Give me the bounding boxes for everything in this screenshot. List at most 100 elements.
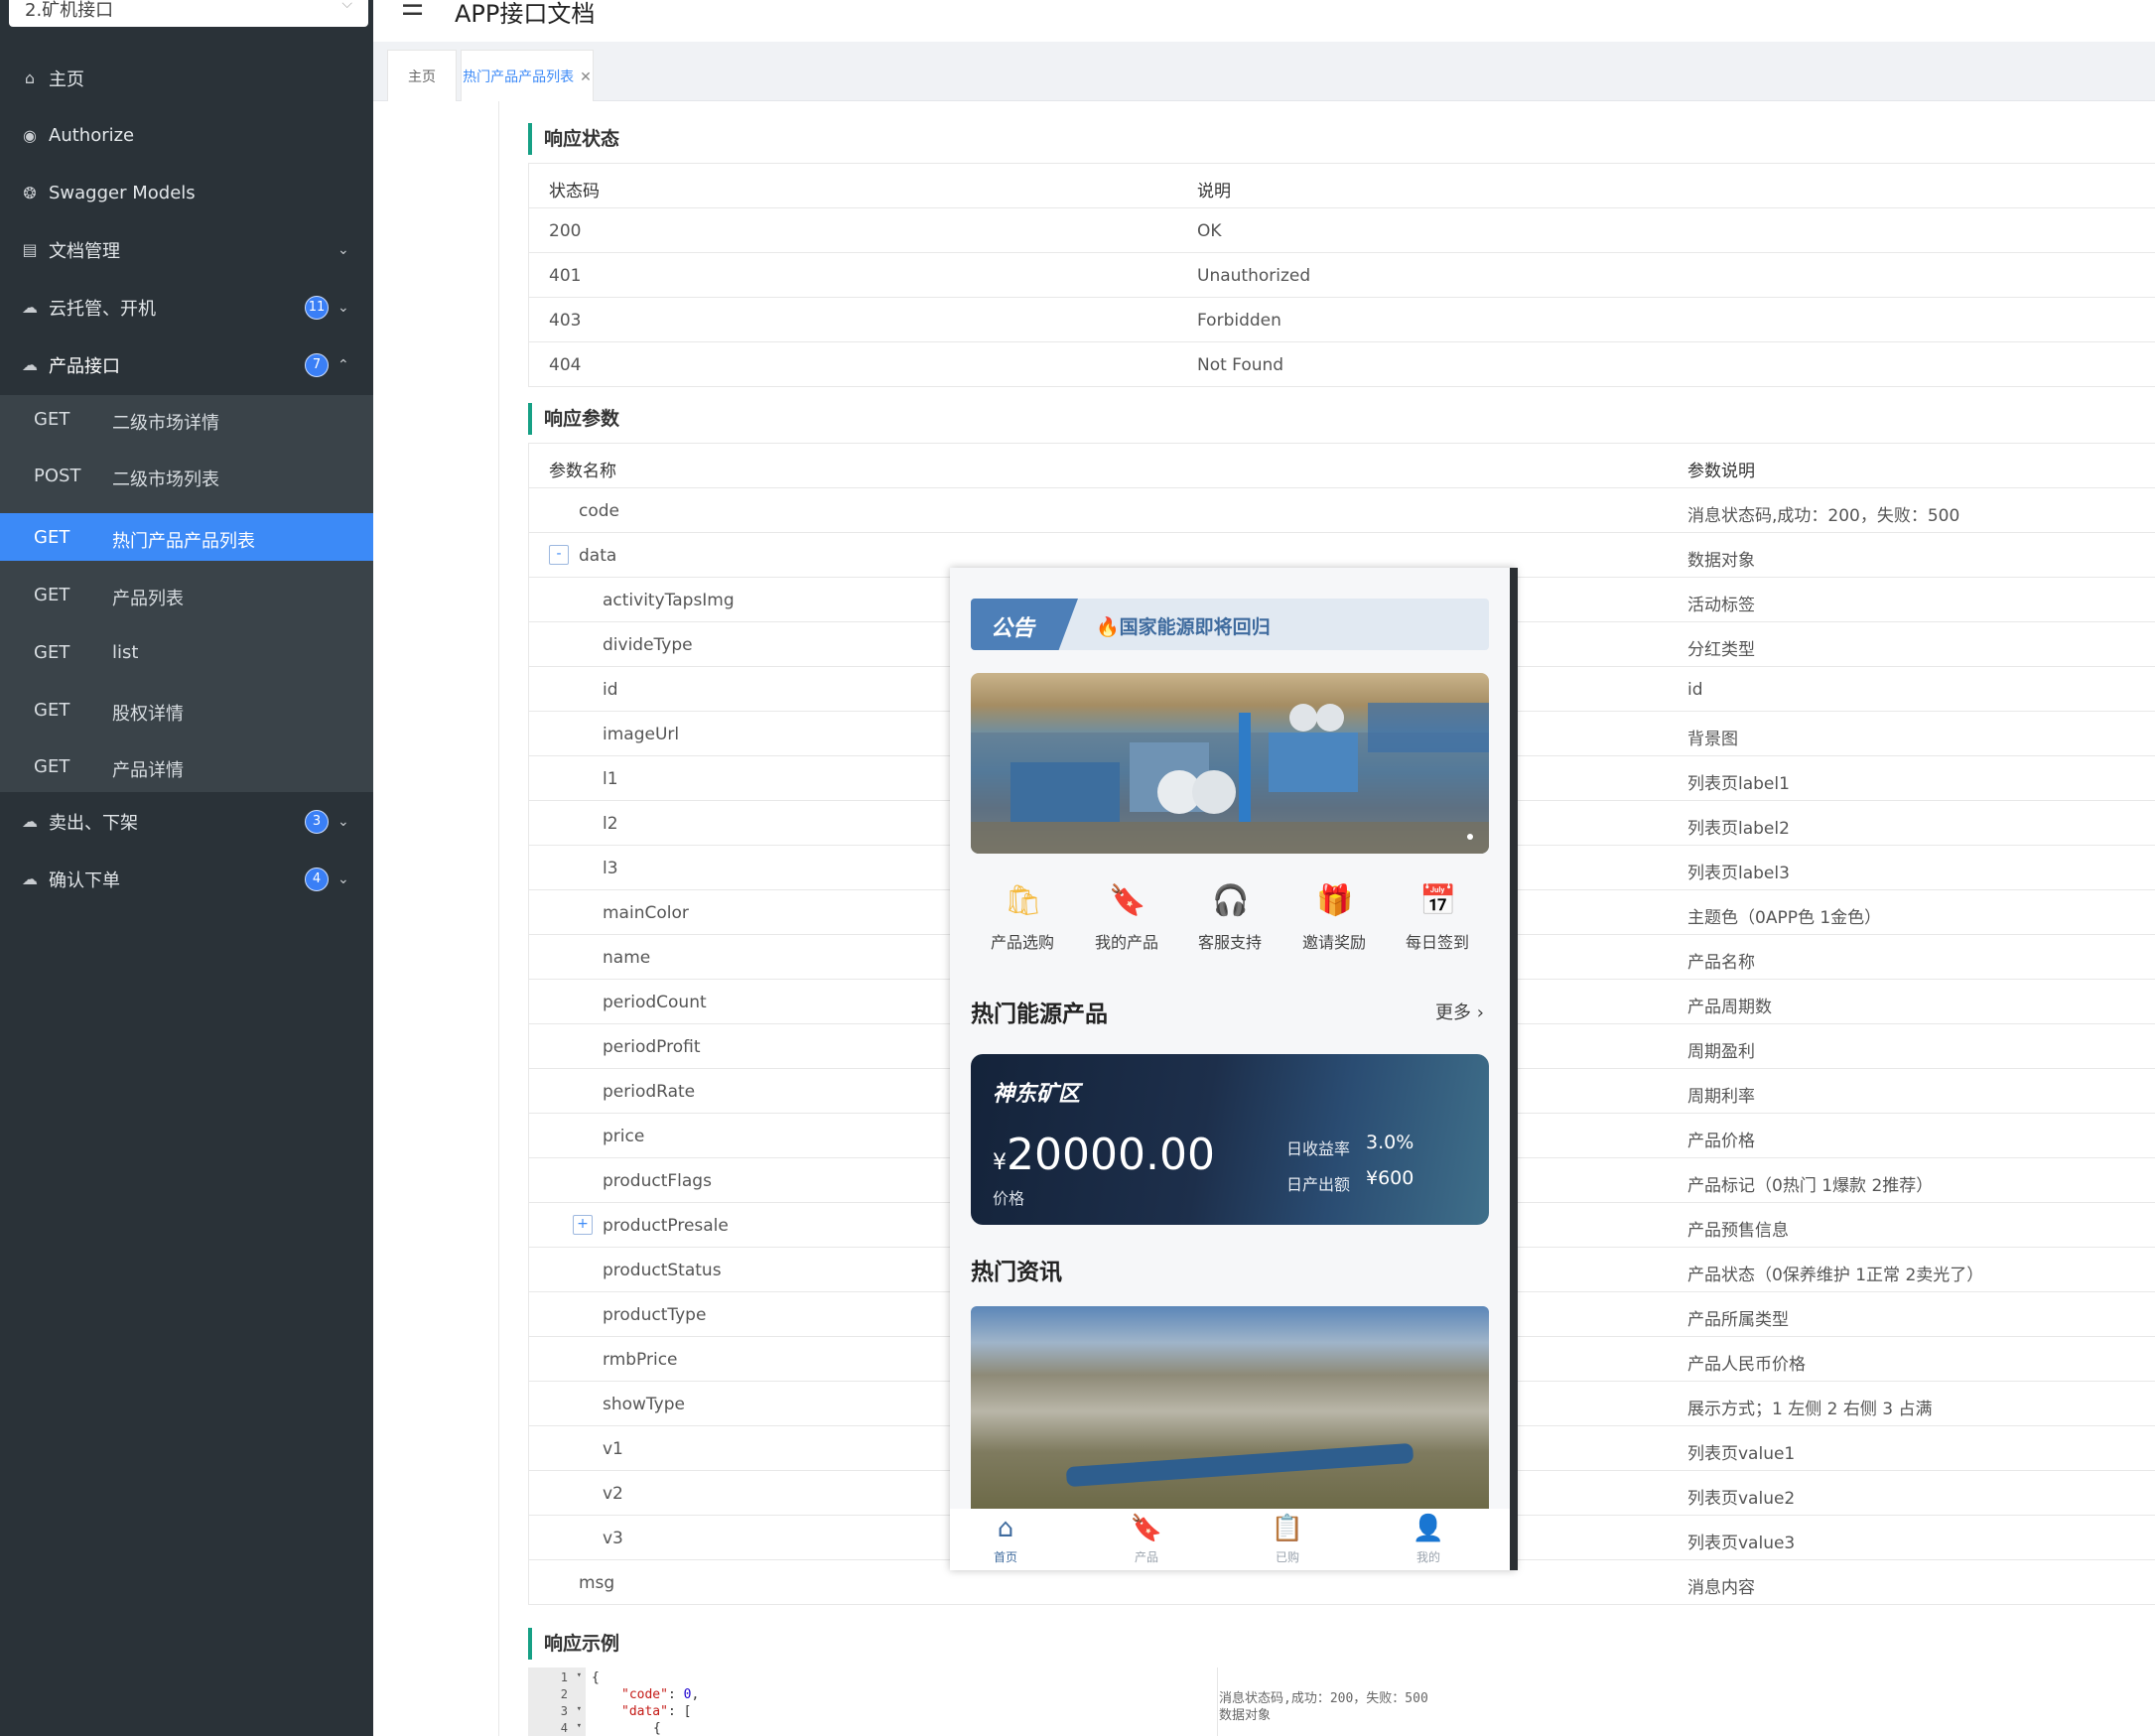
chevron-down-icon: ⌄: [337, 241, 349, 258]
endpoint-name: list: [112, 642, 139, 663]
fold-icon[interactable]: ▾: [577, 1704, 582, 1714]
product-name: 神东矿区: [993, 1082, 1081, 1107]
models-icon: ❂: [23, 184, 37, 202]
more-link[interactable]: 更多 ›: [1435, 999, 1484, 1024]
phone-tab-purchased[interactable]: 📋 已购: [1258, 1513, 1317, 1565]
expand-toggle[interactable]: +: [573, 1215, 593, 1235]
param-description: 消息状态码,成功：200，失败：500: [1687, 506, 1960, 526]
purchased-icon: 📋: [1271, 1514, 1304, 1543]
sidebar-item-cloud-hosting[interactable]: ☁ 云托管、开机 11 ⌄: [0, 279, 373, 335]
api-group-select[interactable]: 2.矿机接口 ⌵: [9, 0, 368, 27]
quick-action-support[interactable]: 🎧 客服支持: [1178, 883, 1281, 953]
status-code: 200: [549, 221, 582, 241]
sidebar-subitem[interactable]: POST 二级市场列表: [0, 452, 373, 499]
endpoint-name: 热门产品产品列表: [112, 531, 255, 552]
sidebar-item-swagger-models[interactable]: ❂ Swagger Models: [0, 165, 373, 221]
param-description: 数据对象: [1687, 551, 1755, 571]
json-key: "code": [621, 1687, 668, 1702]
code-comment: 数据对象: [1219, 1708, 1272, 1723]
line-number: 1: [560, 1670, 568, 1684]
close-icon[interactable]: ✕: [580, 69, 592, 85]
http-method: GET: [34, 700, 70, 721]
currency-symbol: ¥: [993, 1150, 1007, 1175]
news-image[interactable]: [971, 1306, 1489, 1509]
product-icon: 🔖: [1130, 1514, 1163, 1543]
status-code: 401: [549, 266, 582, 286]
param-description: 主题色（0APP色 1金色）: [1687, 908, 1882, 928]
param-name: rmbPrice: [603, 1350, 678, 1370]
param-description: 产品标记（0热门 1爆款 2推荐）: [1687, 1176, 1934, 1196]
document-icon: ▤: [22, 240, 38, 259]
table-row: 404 Not Found: [529, 342, 2155, 387]
param-name: v1: [603, 1439, 623, 1459]
param-description: 周期盈利: [1687, 1042, 1755, 1062]
sidebar-subitem[interactable]: GET 二级市场详情: [0, 395, 373, 443]
param-description: 产品价格: [1687, 1132, 1755, 1151]
phone-tab-profile[interactable]: 👤 我的: [1399, 1513, 1458, 1565]
content-divider: [498, 101, 499, 1736]
sidebar-item-confirm-order[interactable]: ☁ 确认下单 4 ⌄: [0, 851, 373, 907]
chevron-down-icon: ⌄: [337, 299, 349, 316]
count-badge: 4: [305, 867, 329, 891]
sidebar-subitem[interactable]: GET 产品详情: [0, 742, 373, 790]
quick-action-checkin[interactable]: 📅 每日签到: [1386, 883, 1489, 953]
product-card[interactable]: 神东矿区 ¥20000.00 价格 日收益率 3.0% 日产出额 ¥600: [971, 1054, 1489, 1225]
param-name: mainColor: [603, 903, 689, 923]
product-api-submenu: GET 二级市场详情 POST 二级市场列表 GET 热门产品产品列表 GET …: [0, 395, 373, 792]
menu-collapse-icon[interactable]: ☰: [401, 0, 424, 22]
sidebar-item-home[interactable]: ⌂ 主页: [0, 50, 373, 106]
sidebar-item-authorize[interactable]: ◉ Authorize: [0, 107, 373, 164]
sidebar-item-product-api[interactable]: ☁ 产品接口 7 ⌃: [0, 336, 373, 393]
param-description: 列表页label2: [1687, 819, 1790, 839]
tab-bar: 主页 热门产品产品列表 ✕: [373, 42, 2155, 101]
table-row: 403 Forbidden: [529, 298, 2155, 342]
gift-icon: 🎁: [1316, 883, 1354, 918]
param-description: 周期利率: [1687, 1087, 1755, 1107]
json-punct: : [: [667, 1704, 692, 1719]
sidebar-item-doc-management[interactable]: ▤ 文档管理 ⌄: [0, 221, 373, 278]
sidebar-item-label: 确认下单: [49, 869, 120, 891]
fold-icon[interactable]: ▾: [577, 1721, 582, 1731]
param-name: l2: [603, 814, 618, 834]
quick-action-shop[interactable]: 🛍 产品选购: [971, 883, 1074, 953]
sidebar-item-label: 卖出、下架: [49, 812, 138, 834]
tab-home[interactable]: 主页: [387, 50, 457, 101]
sidebar-subitem[interactable]: GET 产品列表: [0, 571, 373, 618]
sidebar-subitem[interactable]: GET 股权详情: [0, 686, 373, 734]
sidebar-item-label: Authorize: [49, 125, 135, 146]
cloud-icon: ☁: [22, 298, 38, 317]
param-name: msg: [579, 1573, 615, 1593]
fold-icon[interactable]: ▾: [577, 1670, 582, 1680]
sidebar-subitem[interactable]: GET list: [0, 628, 373, 676]
hot-products-title: 热门能源产品: [971, 1002, 1108, 1027]
code-line: {: [592, 1670, 600, 1685]
phone-tab-products[interactable]: 🔖 产品: [1117, 1513, 1176, 1565]
announcement-bar[interactable]: 公告 🔥国家能源即将回归: [971, 599, 1489, 650]
phone-tab-label: 产品: [1134, 1550, 1158, 1564]
chevron-down-icon: ⌵: [341, 0, 352, 12]
profile-icon: 👤: [1412, 1514, 1445, 1543]
tab-current-endpoint[interactable]: 热门产品产品列表 ✕: [461, 50, 594, 101]
code-line: {: [653, 1721, 661, 1736]
status-code: 403: [549, 311, 582, 331]
sidebar-subitem-active[interactable]: GET 热门产品产品列表: [0, 513, 373, 561]
count-badge: 11: [305, 295, 329, 320]
home-icon: ⌂: [24, 68, 36, 87]
param-name: l1: [603, 769, 618, 789]
param-description: 列表页label3: [1687, 864, 1790, 883]
collapse-toggle[interactable]: -: [549, 545, 569, 565]
carousel-dot[interactable]: [1467, 834, 1473, 840]
sidebar-item-sell-offshelf[interactable]: ☁ 卖出、下架 3 ⌄: [0, 793, 373, 850]
response-status-table: 状态码 说明 200 OK 401 Unauthorized 403 Forbi…: [528, 163, 2155, 387]
quick-action-my-products[interactable]: 🔖 我的产品: [1075, 883, 1178, 953]
param-name: showType: [603, 1395, 685, 1414]
code-gutter: 1 ▾ 2 3 ▾ 4 ▾: [528, 1668, 586, 1736]
phone-tab-home[interactable]: ⌂ 首页: [976, 1513, 1035, 1565]
param-description: 列表页value2: [1687, 1489, 1796, 1509]
param-name: price: [603, 1127, 645, 1146]
code-divider: [1217, 1668, 1218, 1736]
status-description: Unauthorized: [1197, 266, 1311, 286]
param-description: 列表页value3: [1687, 1534, 1796, 1553]
quick-action-invite[interactable]: 🎁 邀请奖励: [1282, 883, 1386, 953]
banner-image[interactable]: [971, 673, 1489, 854]
